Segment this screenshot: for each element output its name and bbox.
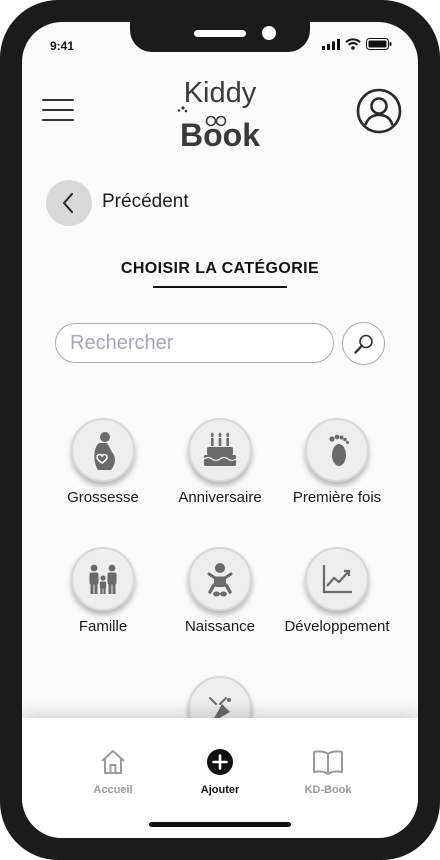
nav-label: KD-Book [304, 784, 352, 796]
category-naissance[interactable]: Naissance [159, 547, 281, 635]
category-icon-circle [71, 547, 135, 611]
home-indicator [149, 822, 291, 827]
signal-icon [322, 38, 340, 50]
battery-icon [366, 38, 392, 50]
growth-chart-icon [322, 565, 352, 594]
category-label: Grossesse [67, 489, 139, 506]
category-developpement[interactable]: Développement [276, 547, 398, 635]
logo-line1: Kiddy [184, 77, 257, 109]
title-underline [153, 286, 287, 288]
profile-button[interactable] [356, 88, 402, 134]
app-screen: 9:41 Kiddy Book Précédent CHOISIR LA CAT… [22, 22, 418, 838]
category-premiere-fois[interactable]: Première fois [276, 418, 398, 506]
bottom-navigation: Accueil Ajouter KD-Book [22, 718, 418, 838]
home-icon [101, 750, 125, 774]
status-icons [322, 38, 392, 50]
hamburger-menu-icon [42, 99, 74, 101]
category-icon-circle [305, 418, 369, 482]
category-label: Anniversaire [178, 489, 262, 506]
search-icon [353, 334, 373, 354]
category-grossesse[interactable]: Grossesse [42, 418, 164, 506]
category-label: Première fois [292, 489, 382, 506]
category-icon-circle [71, 418, 135, 482]
category-famille[interactable]: Famille [42, 547, 164, 635]
chevron-left-icon [63, 193, 73, 213]
search-input[interactable] [55, 323, 334, 363]
pregnancy-icon [94, 432, 115, 470]
device-notch [130, 22, 310, 52]
birthday-cake-icon [203, 432, 237, 466]
speaker-grille [194, 30, 246, 37]
open-book-icon [313, 750, 343, 775]
front-camera [262, 26, 276, 40]
category-label: Famille [78, 618, 128, 635]
nav-kd-book[interactable]: KD-Book [283, 748, 373, 796]
page-title: CHOISIR LA CATÉGORIE [120, 260, 320, 277]
nav-label: Ajouter [200, 784, 240, 796]
nav-label: Accueil [93, 784, 133, 796]
back-button[interactable] [46, 180, 92, 226]
user-profile-icon [356, 88, 402, 134]
category-icon-circle [188, 418, 252, 482]
kiddybook-logo: Kiddy Book [177, 77, 260, 152]
category-label: Développement [284, 618, 390, 635]
status-time: 9:41 [50, 39, 75, 53]
wifi-icon [345, 38, 361, 50]
footprints-icon [329, 434, 349, 466]
baby-icon [207, 563, 233, 597]
family-icon [89, 564, 117, 594]
category-label: Naissance [184, 618, 256, 635]
search-button[interactable] [342, 322, 385, 365]
nav-ajouter[interactable]: Ajouter [175, 748, 265, 796]
nav-accueil[interactable]: Accueil [68, 748, 158, 796]
category-anniversaire[interactable]: Anniversaire [159, 418, 281, 506]
add-circle-icon [207, 749, 233, 775]
category-icon-circle [305, 547, 369, 611]
logo-line2: Book [180, 117, 260, 152]
category-icon-circle [188, 547, 252, 611]
back-label[interactable]: Précédent [102, 191, 189, 213]
menu-button[interactable] [42, 99, 76, 125]
